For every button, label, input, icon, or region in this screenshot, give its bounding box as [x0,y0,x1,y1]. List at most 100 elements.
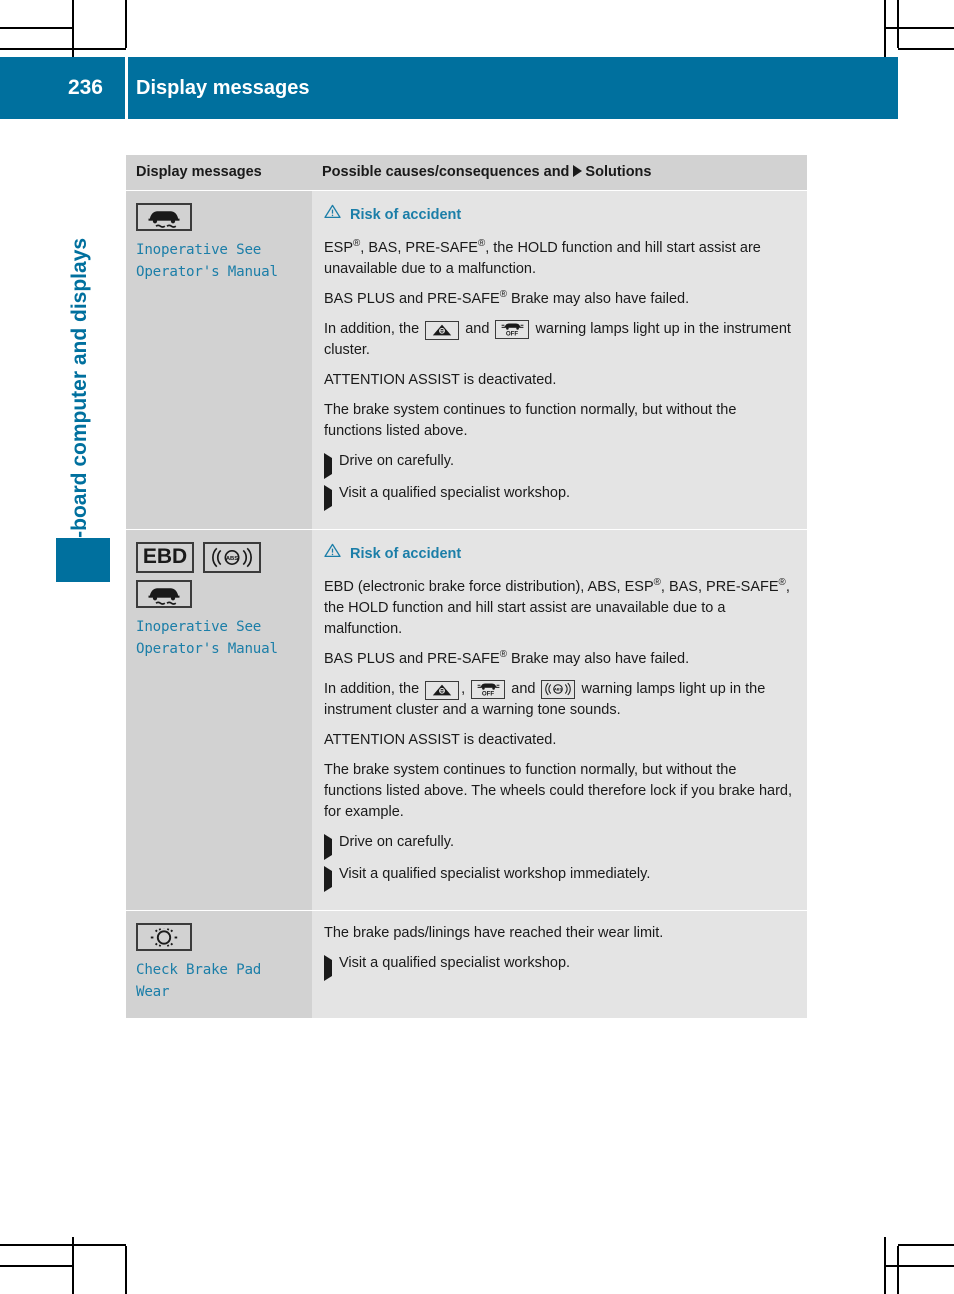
solution-text: Drive on carefully. [339,834,454,851]
paragraph-text: The brake system continues to function n… [324,762,793,821]
table-header-row: Display messages Possible causes/consequ… [126,155,807,191]
paragraph-text: BAS PLUS and PRE-SAFE [324,291,500,308]
crop-mark-top-left-inner-vertical [125,0,127,48]
cause-paragraph: In addition, the and OFF warning lamps l… [324,319,795,361]
page-title: Display messages [136,76,310,99]
indicator-icon-group: EBD ABS [136,542,302,574]
solution-arrow-icon [324,955,332,982]
paragraph-text: and [461,321,494,338]
display-messages-table: Display messages Possible causes/consequ… [126,155,807,1018]
brake-off-lamp-icon: OFF [495,319,530,339]
esp-car-skid-icon [136,580,192,609]
crop-mark-top-right-inner-horizontal [884,27,954,29]
abs-lamp-icon: ABS [203,542,261,574]
paragraph-text: , BAS, PRE-SAFE [360,240,478,257]
chapter-tab-marker [56,538,110,582]
brake-off-lamp-icon: OFF [471,679,506,699]
display-message-text: Check Brake Pad Wear [136,960,302,1003]
risk-warning-text: Risk of accident [350,545,462,562]
risk-warning-heading: Risk of accident [324,543,795,565]
causes-solutions-cell: Risk of accident EBD (electronic brake fo… [312,529,807,911]
causes-solutions-cell: The brake pads/linings have reached thei… [312,910,807,1018]
solution-item: Visit a qualified specialist workshop im… [324,864,795,893]
warning-triangle-lamp-icon [425,680,460,700]
solution-arrow-icon [324,485,332,512]
paragraph-text: ATTENTION ASSIST is deactivated. [324,732,557,749]
registered-mark: ® [778,577,786,589]
paragraph-text: , BAS, PRE-SAFE [660,579,779,596]
solution-arrow-icon [324,834,332,861]
abs-lamp-icon: ABS [541,679,576,699]
paragraph-text: Brake may also have failed. [506,651,690,668]
indicator-icon-group [136,923,302,952]
causes-solutions-cell: Risk of accident ESP®, BAS, PRE-SAFE®, th… [312,189,807,530]
paragraph-text: The brake pads/linings have reached thei… [324,925,664,942]
warning-triangle-lamp-icon [425,320,460,340]
solution-item: Drive on carefully. [324,451,795,480]
chapter-label: On-board computer and displays [68,237,91,567]
svg-text:OFF: OFF [506,331,519,337]
cause-paragraph: BAS PLUS and PRE-SAFE® Brake may also ha… [324,289,795,310]
display-message-line-1: Check Brake Pad [136,962,262,979]
ebd-text-icon: EBD [136,542,194,574]
warning-triangle-icon [324,204,341,226]
crop-mark-top-right-inner-vertical [897,0,899,48]
solution-item: Drive on carefully. [324,832,795,861]
paragraph-text: and [507,681,540,698]
display-message-line-2: Wear [136,983,170,1000]
risk-warning-heading: Risk of accident [324,204,795,226]
column-header-text-after: Solutions [585,164,652,180]
svg-text:ABS: ABS [555,688,563,692]
cause-paragraph: The brake system continues to function n… [324,760,795,823]
page-header-bar [0,57,898,119]
page-number: 236 [67,76,103,99]
display-message-text: Inoperative See Operator's Manual [136,240,302,283]
paragraph-text: BAS PLUS and PRE-SAFE [324,651,500,668]
risk-warning-text: Risk of accident [350,206,462,223]
paragraph-text: ESP [324,240,354,257]
table-row: Inoperative See Operator's Manual Risk of … [126,189,807,530]
svg-text:OFF: OFF [482,691,495,697]
paragraph-text: , [461,681,470,698]
cause-paragraph: The brake pads/linings have reached thei… [324,923,795,944]
crop-mark-bottom-left-inner-vertical [125,1246,127,1294]
solution-arrow-icon [324,453,332,480]
crop-mark-top-right-horizontal [898,48,954,50]
crop-mark-bottom-right-inner-horizontal [884,1265,954,1267]
paragraph-text: The brake system continues to function n… [324,402,737,440]
cause-paragraph: ATTENTION ASSIST is deactivated. [324,370,795,391]
display-message-line-2: Operator's Manual [136,640,278,657]
crop-mark-bottom-left-horizontal [0,1244,126,1246]
registered-mark: ® [499,289,507,301]
cause-paragraph: BAS PLUS and PRE-SAFE® Brake may also ha… [324,649,795,670]
column-header-causes-solutions: Possible causes/consequences and Solution… [312,155,807,191]
solution-text: Drive on carefully. [339,453,454,470]
solution-text: Visit a qualified specialist workshop. [339,955,571,972]
crop-mark-bottom-right-horizontal [898,1244,954,1246]
registered-mark: ® [653,577,661,589]
cause-paragraph: ATTENTION ASSIST is deactivated. [324,730,795,751]
warning-triangle-icon [324,543,341,565]
solution-arrow-icon [573,165,583,177]
solution-item: Visit a qualified specialist workshop. [324,953,795,982]
solution-arrow-icon [324,866,332,893]
display-message-cell: Inoperative See Operator's Manual [126,189,312,530]
table-row: Check Brake Pad Wear The brake pads/lining… [126,910,807,1018]
cause-paragraph: The brake system continues to function n… [324,400,795,442]
crop-mark-bottom-right-inner-vertical [897,1246,899,1294]
paragraph-text: ATTENTION ASSIST is deactivated. [324,372,557,389]
display-message-line-1: Inoperative See [136,619,262,636]
solution-text: Visit a qualified specialist workshop im… [339,866,651,883]
header-divider [125,57,128,119]
column-header-text-before: Possible causes/consequences and [322,164,570,180]
cause-paragraph: In addition, the , OFF and ABS warning l… [324,679,795,721]
display-message-cell: EBD ABS Inoperative See Operator's Manual [126,529,312,911]
paragraph-text: In addition, the [324,681,424,698]
paragraph-text: EBD (electronic brake force distribution… [324,579,654,596]
solution-text: Visit a qualified specialist workshop. [339,485,571,502]
crop-mark-top-left-inner-horizontal [0,27,72,29]
paragraph-text: Brake may also have failed. [506,291,690,308]
crop-mark-top-left-horizontal [0,48,126,50]
esp-car-skid-icon [136,203,192,231]
indicator-icon-group-second [136,580,302,609]
